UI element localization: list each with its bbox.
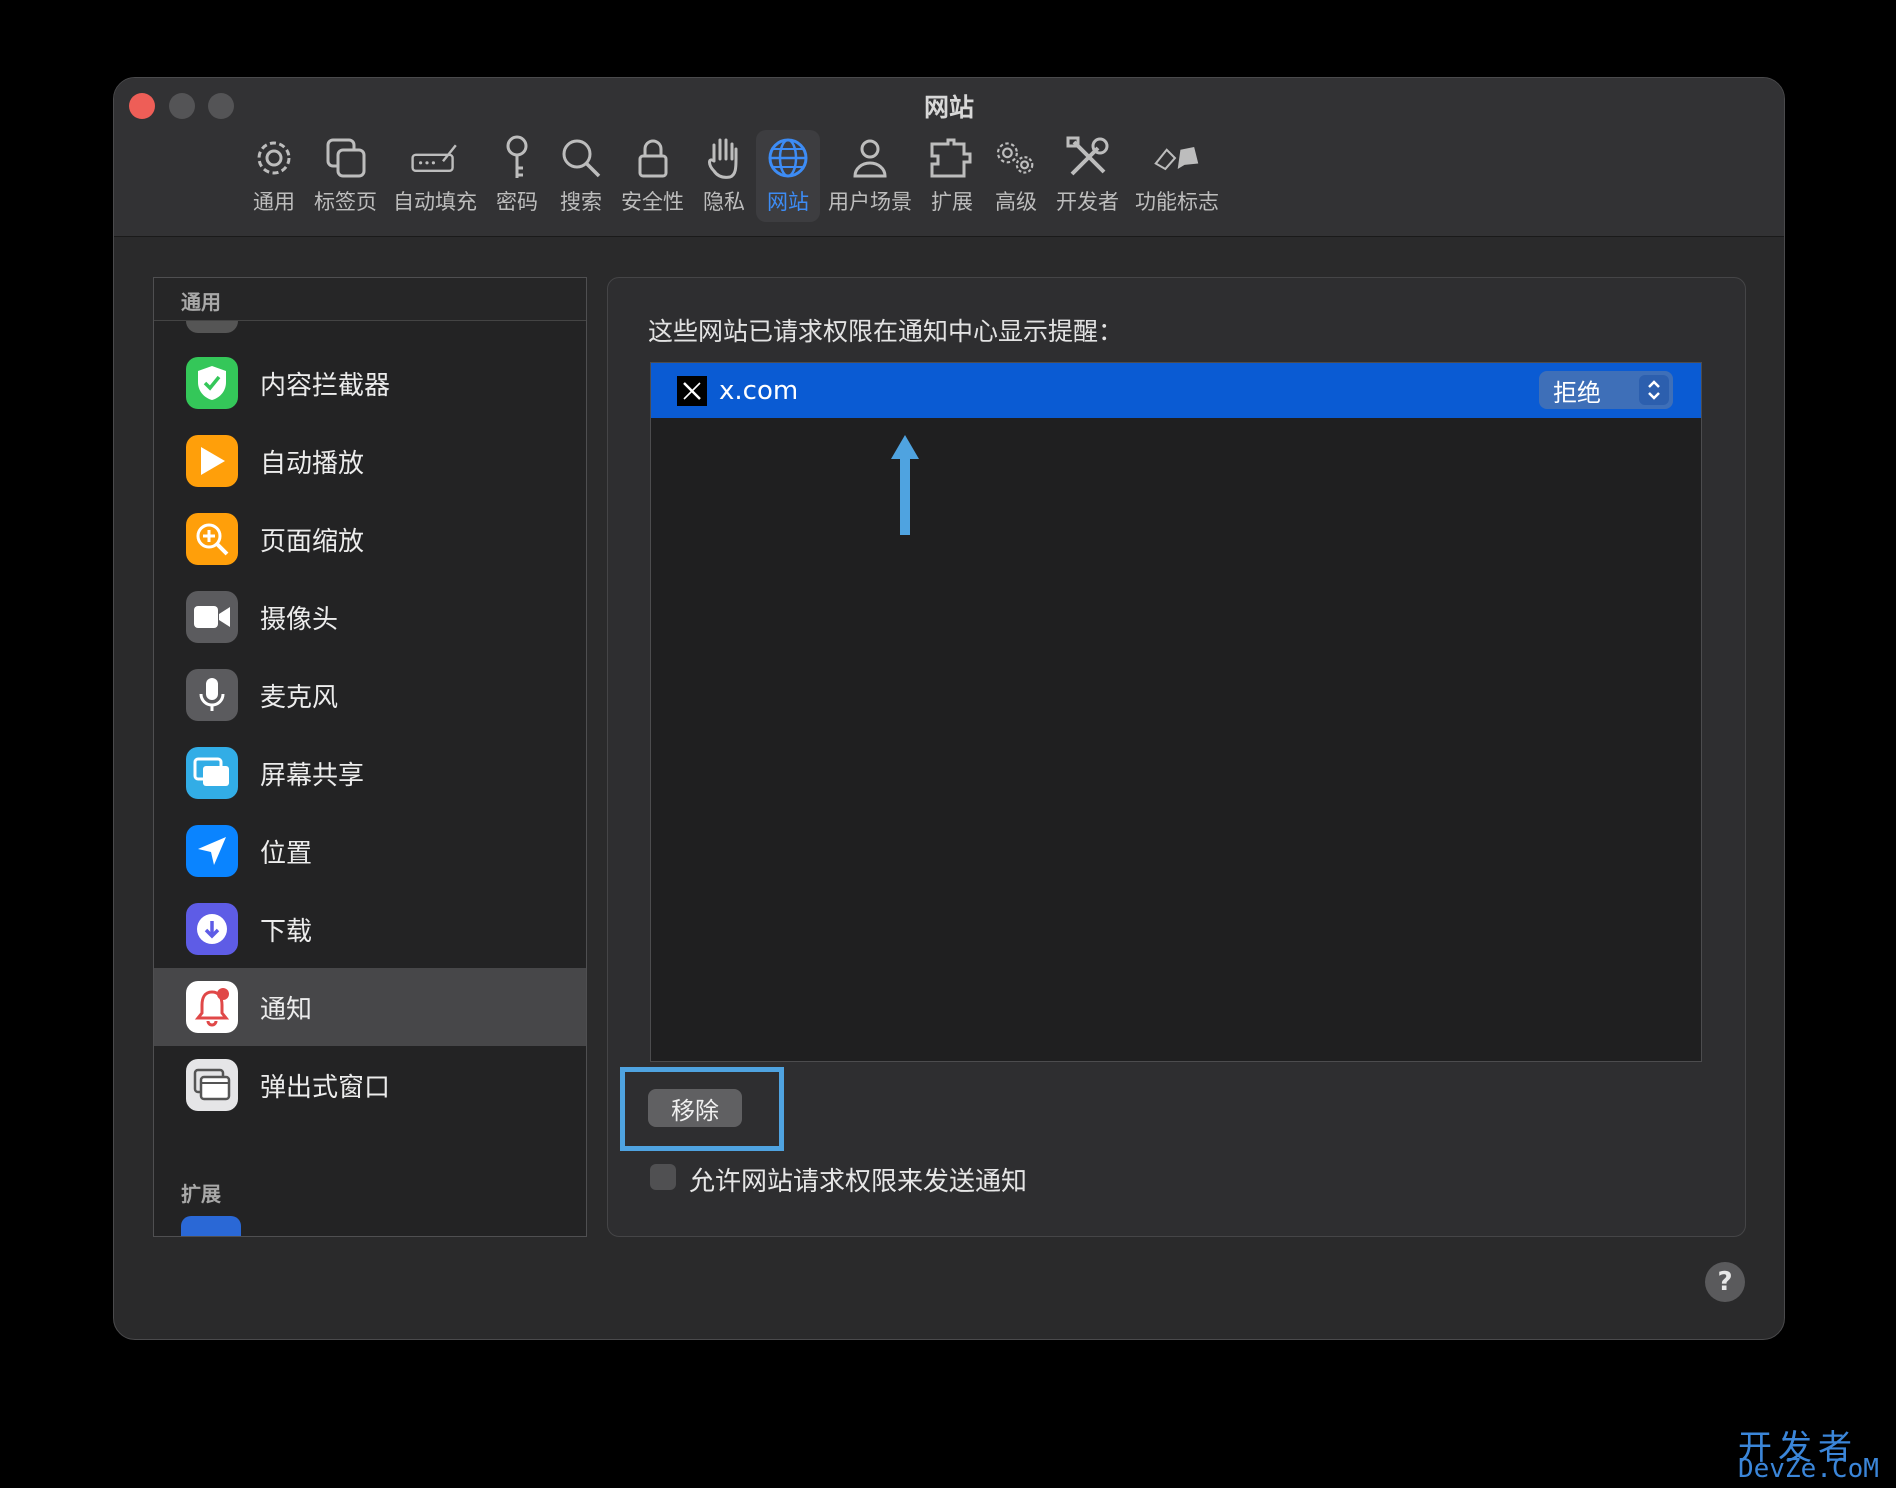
tab-general[interactable]: 通用: [242, 130, 306, 222]
chevron-up-down-icon: [1639, 375, 1669, 405]
site-name: x.com: [719, 375, 799, 406]
sidebar-item-location[interactable]: 位置: [154, 812, 586, 890]
tab-passwords[interactable]: 密码: [485, 130, 549, 222]
tab-search[interactable]: 搜索: [549, 130, 613, 222]
globe-icon: [764, 134, 812, 182]
play-icon: [186, 435, 238, 487]
sidebar-item-label: 通知: [260, 994, 313, 1025]
sidebar-item-popups[interactable]: 弹出式窗口: [154, 1046, 586, 1124]
sidebar-item-label: 自动播放: [260, 448, 365, 479]
tab-label: 标签页: [314, 190, 377, 214]
annotation-arrow-icon: [889, 433, 921, 541]
gear-icon: [250, 134, 298, 182]
sidebar-section-header: 通用: [154, 278, 586, 321]
sidebar-item-label: 页面缩放: [260, 526, 365, 557]
key-icon: [493, 134, 541, 182]
shield-check-icon: [186, 357, 238, 409]
sidebar-item-page-zoom[interactable]: 页面缩放: [154, 500, 586, 578]
tab-websites[interactable]: 网站: [756, 130, 820, 222]
search-icon: [557, 134, 605, 182]
tab-profiles[interactable]: 用户场景: [820, 130, 920, 222]
sidebar-item-label: 内容拦截器: [260, 370, 391, 401]
tab-label: 用户场景: [828, 190, 912, 214]
website-permission-list[interactable]: x.com 拒绝: [650, 362, 1702, 1062]
settings-toolbar: 通用 标签页 自动填充 密码 搜索 安全性 隐私 网站 用户场景 扩展 高级 开…: [242, 130, 1227, 226]
watermark-domain: DevZe.CoM: [1738, 1454, 1879, 1484]
titlebar: 网站 通用 标签页 自动填充 密码 搜索 安全性 隐私 网站 用户场景 扩展 高…: [114, 78, 1784, 237]
tab-label: 开发者: [1056, 190, 1119, 214]
tab-privacy[interactable]: 隐私: [692, 130, 756, 222]
location-icon: [186, 825, 238, 877]
autofill-icon: [411, 134, 459, 182]
permission-popup[interactable]: 拒绝: [1539, 371, 1673, 409]
tab-label: 扩展: [931, 190, 973, 214]
lock-icon: [629, 134, 677, 182]
microphone-icon: [186, 669, 238, 721]
window-title: 网站: [923, 93, 974, 122]
camera-icon: [186, 591, 238, 643]
section-label: 通用: [181, 290, 221, 314]
bell-icon: [186, 981, 238, 1033]
tab-label: 功能标志: [1135, 190, 1219, 214]
sidebar-item-label: 下载: [260, 916, 313, 947]
sidebar[interactable]: 通用 内容拦截器 自动播放 页面缩放 摄像头 麦克风 屏幕共享 位置 下载 通知…: [153, 277, 587, 1237]
websites-settings-panel: 这些网站已请求权限在通知中心显示提醒： x.com 拒绝 移除 允许网站请求权限…: [607, 277, 1746, 1237]
sidebar-item-label: 屏幕共享: [260, 760, 365, 791]
extension-partial-icon: [181, 1216, 241, 1236]
tab-label: 安全性: [621, 190, 684, 214]
sidebar-item-content-blockers[interactable]: 内容拦截器: [154, 344, 586, 422]
zoom-icon: [186, 513, 238, 565]
tab-tabs[interactable]: 标签页: [306, 130, 385, 222]
tab-autofill[interactable]: 自动填充: [385, 130, 485, 222]
tab-label: 密码: [496, 190, 538, 214]
tab-label: 隐私: [703, 190, 745, 214]
sidebar-item-label: 弹出式窗口: [260, 1072, 391, 1103]
tab-advanced[interactable]: 高级: [984, 130, 1048, 222]
sidebar-item-label: 麦克风: [260, 682, 339, 713]
tab-label: 自动填充: [393, 190, 477, 214]
tools-icon: [1064, 134, 1112, 182]
panel-heading: 这些网站已请求权限在通知中心显示提醒：: [648, 317, 1124, 346]
tab-developer[interactable]: 开发者: [1048, 130, 1127, 222]
sidebar-item-screen-sharing[interactable]: 屏幕共享: [154, 734, 586, 812]
safari-settings-window: 网站 通用 标签页 自动填充 密码 搜索 安全性 隐私 网站 用户场景 扩展 高…: [113, 77, 1785, 1340]
tab-label: 搜索: [560, 190, 602, 214]
sidebar-item-label: 摄像头: [260, 604, 339, 635]
table-row[interactable]: x.com 拒绝: [651, 363, 1701, 418]
remove-button[interactable]: 移除: [648, 1089, 742, 1127]
popup-window-icon: [186, 1059, 238, 1111]
hand-icon: [700, 134, 748, 182]
checkbox-label: 允许网站请求权限来发送通知: [689, 1167, 1028, 1197]
puzzle-icon: [928, 134, 976, 182]
allow-notification-requests-checkbox[interactable]: [650, 1164, 676, 1190]
tab-extensions[interactable]: 扩展: [920, 130, 984, 222]
permission-value: 拒绝: [1553, 378, 1601, 407]
sidebar-item-microphone[interactable]: 麦克风: [154, 656, 586, 734]
sidebar-item-autoplay[interactable]: 自动播放: [154, 422, 586, 500]
gears-icon: [992, 134, 1040, 182]
sidebar-item-downloads[interactable]: 下载: [154, 890, 586, 968]
help-button[interactable]: ?: [1705, 1262, 1745, 1302]
flags-icon: [1153, 134, 1201, 182]
tab-feature-flags[interactable]: 功能标志: [1127, 130, 1227, 222]
x-logo-icon: [677, 375, 707, 406]
sidebar-item-notifications[interactable]: 通知: [154, 968, 586, 1046]
tab-label: 高级: [995, 190, 1037, 214]
tab-label: 网站: [767, 190, 809, 214]
tab-security[interactable]: 安全性: [613, 130, 692, 222]
person-icon: [846, 134, 894, 182]
sidebar-item-camera[interactable]: 摄像头: [154, 578, 586, 656]
tab-label: 通用: [253, 190, 295, 214]
screen-share-icon: [186, 747, 238, 799]
sidebar-section-extensions: 扩展: [181, 1182, 221, 1206]
sidebar-item-label: 位置: [260, 838, 313, 869]
download-icon: [186, 903, 238, 955]
tabs-icon: [322, 134, 370, 182]
